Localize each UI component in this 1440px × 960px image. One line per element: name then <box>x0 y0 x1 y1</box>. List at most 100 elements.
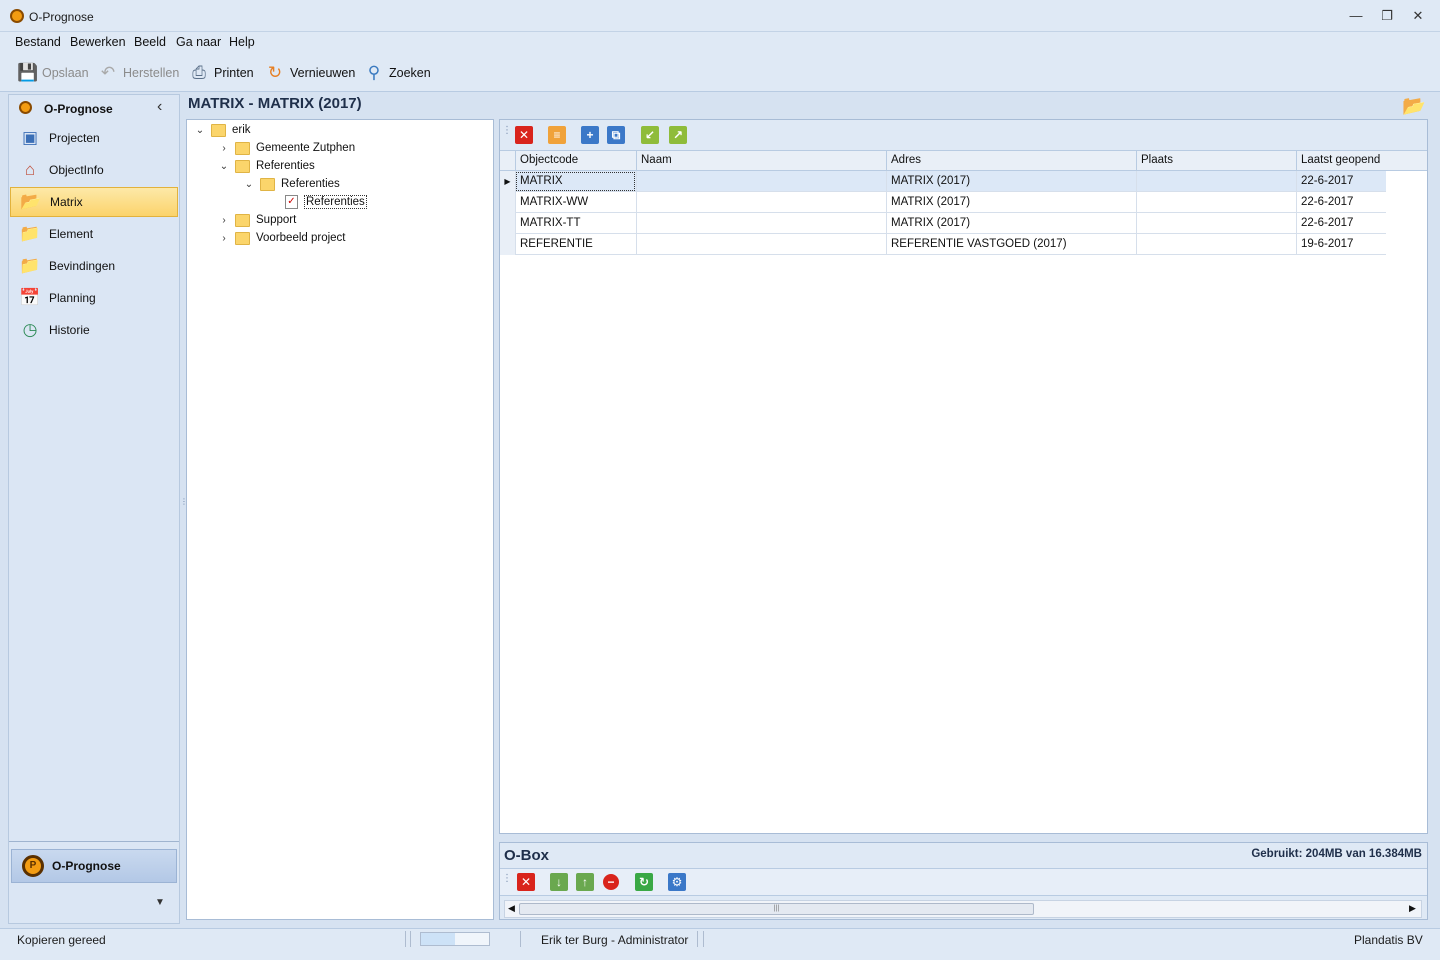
cell-naam[interactable] <box>636 213 886 234</box>
delete-icon[interactable]: ✕ <box>515 126 533 144</box>
menu-bewerken[interactable]: Bewerken <box>70 35 126 49</box>
cell-laatst-geopend[interactable]: 19-6-2017 <box>1296 234 1387 255</box>
nav-item-matrix[interactable]: 📂 Matrix <box>10 187 178 217</box>
import-icon[interactable]: ↙ <box>641 126 659 144</box>
chevron-right-icon[interactable]: › <box>219 215 229 226</box>
table-row[interactable]: MATRIX-WW MATRIX (2017) 22-6-2017 <box>500 192 1386 213</box>
cell-laatst-geopend[interactable]: 22-6-2017 <box>1296 171 1387 192</box>
chevron-down-icon[interactable]: ⌄ <box>244 179 254 190</box>
menu-bestand[interactable]: Bestand <box>15 35 61 49</box>
tree-node-referenties[interactable]: ⌄ Referenties <box>219 157 315 175</box>
cell-naam[interactable] <box>636 171 886 192</box>
menu-ga-naar[interactable]: Ga naar <box>176 35 221 49</box>
folder-icon <box>260 177 275 191</box>
export-icon[interactable]: ↗ <box>669 126 687 144</box>
download-icon[interactable]: ↓ <box>550 873 568 891</box>
column-header-adres[interactable]: Adres <box>886 151 1136 171</box>
save-label: Opslaan <box>42 66 89 80</box>
cell-objectcode[interactable]: MATRIX <box>515 171 636 192</box>
close-button[interactable]: ✕ <box>1405 6 1431 26</box>
print-button[interactable]: ⎙ Printen <box>189 61 253 85</box>
cell-plaats[interactable] <box>1136 192 1296 213</box>
tree-node-voorbeeld-project[interactable]: › Voorbeeld project <box>219 229 346 247</box>
folder-icon <box>211 123 226 137</box>
nav-item-projecten[interactable]: ▣ Projecten <box>10 123 178 153</box>
collapse-nav-icon[interactable]: ‹ <box>157 98 162 116</box>
nav-item-element[interactable]: 📁 Element <box>10 219 178 249</box>
restore-button[interactable]: ❐ <box>1374 6 1400 26</box>
cell-objectcode[interactable]: REFERENTIE <box>515 234 636 255</box>
page-title: MATRIX - MATRIX (2017) <box>188 95 362 112</box>
splitter-handle[interactable]: ⋮ <box>180 498 188 516</box>
minimize-button[interactable]: — <box>1343 6 1369 26</box>
tree-node-referenties-item[interactable]: ✓ Referenties <box>269 193 367 211</box>
menu-help[interactable]: Help <box>229 35 255 49</box>
nav-options-chevron-icon[interactable]: ▼ <box>155 897 165 908</box>
menu-beeld[interactable]: Beeld <box>134 35 166 49</box>
red-folder-icon: 📁 <box>19 224 41 243</box>
chevron-down-icon[interactable]: ⌄ <box>195 125 205 136</box>
remove-icon[interactable]: − <box>603 874 619 890</box>
cell-plaats[interactable] <box>1136 234 1296 255</box>
delete-icon[interactable]: ✕ <box>517 873 535 891</box>
cell-objectcode[interactable]: MATRIX-TT <box>515 213 636 234</box>
cell-naam[interactable] <box>636 192 886 213</box>
chevron-down-icon[interactable]: ⌄ <box>219 161 229 172</box>
nav-item-planning[interactable]: 📅 Planning <box>10 283 178 313</box>
column-header-objectcode[interactable]: Objectcode <box>515 151 636 171</box>
tree-node-erik[interactable]: ⌄ erik <box>195 121 251 139</box>
table-row[interactable]: ▶ MATRIX MATRIX (2017) 22-6-2017 <box>500 171 1386 192</box>
nav-group-o-prognose[interactable]: P O-Prognose <box>11 849 177 883</box>
status-divider <box>405 931 406 947</box>
nav-item-objectinfo[interactable]: ⌂ ObjectInfo <box>10 155 178 185</box>
nav-item-label: Matrix <box>50 195 83 209</box>
cell-laatst-geopend[interactable]: 22-6-2017 <box>1296 213 1387 234</box>
app-logo-icon <box>10 9 24 23</box>
column-header-naam[interactable]: Naam <box>636 151 886 171</box>
restore-button[interactable]: ↶ Herstellen <box>98 61 179 85</box>
scroll-right-icon[interactable]: ▶ <box>1409 903 1416 914</box>
nav-item-historie[interactable]: ◷ Historie <box>10 315 178 345</box>
add-icon[interactable]: + <box>581 126 599 144</box>
nav-item-label: Element <box>49 227 94 241</box>
nav-item-bevindingen[interactable]: 📁 Bevindingen <box>10 251 178 281</box>
nav-divider <box>9 841 179 842</box>
cell-plaats[interactable] <box>1136 213 1296 234</box>
table-row[interactable]: REFERENTIE REFERENTIE VASTGOED (2017) 19… <box>500 234 1386 255</box>
toolbar-grip: ⋮ <box>502 125 512 136</box>
open-folder-icon[interactable]: 📂 <box>1402 94 1426 118</box>
sync-icon[interactable]: ↻ <box>635 873 653 891</box>
cell-adres[interactable]: MATRIX (2017) <box>886 192 1136 213</box>
cell-adres[interactable]: REFERENTIE VASTGOED (2017) <box>886 234 1136 255</box>
cell-adres[interactable]: MATRIX (2017) <box>886 171 1136 192</box>
refresh-button[interactable]: ↻ Vernieuwen <box>265 61 355 85</box>
cell-plaats[interactable] <box>1136 171 1296 192</box>
properties-icon[interactable]: ≡ <box>548 126 566 144</box>
cell-objectcode[interactable]: MATRIX-WW <box>515 192 636 213</box>
obox-title: O-Box <box>504 847 549 864</box>
cell-adres[interactable]: MATRIX (2017) <box>886 213 1136 234</box>
search-button[interactable]: ⚲ Zoeken <box>364 61 431 85</box>
refresh-icon: ↻ <box>267 63 283 82</box>
tree-node-support[interactable]: › Support <box>219 211 296 229</box>
nav-item-label: Planning <box>49 291 96 305</box>
status-company: Plandatis BV <box>1354 933 1423 947</box>
chevron-right-icon[interactable]: › <box>219 143 229 154</box>
chevron-right-icon[interactable]: › <box>219 233 229 244</box>
tree-node-referenties-sub[interactable]: ⌄ Referenties <box>244 175 340 193</box>
scrollbar-thumb[interactable]: ||| <box>519 903 1034 915</box>
scroll-left-icon[interactable]: ◀ <box>508 903 515 914</box>
tree-node-label: Referenties <box>256 160 315 172</box>
green-folder-icon: 📁 <box>19 256 41 275</box>
column-header-laatst-geopend[interactable]: Laatst geopend <box>1296 151 1387 171</box>
table-row[interactable]: MATRIX-TT MATRIX (2017) 22-6-2017 <box>500 213 1386 234</box>
tree-node-gemeente-zutphen[interactable]: › Gemeente Zutphen <box>219 139 355 157</box>
copy-icon[interactable]: ⧉ <box>607 126 625 144</box>
upload-icon[interactable]: ↑ <box>576 873 594 891</box>
settings-gear-icon[interactable]: ⚙ <box>668 873 686 891</box>
save-button[interactable]: 💾 Opslaan <box>17 61 89 85</box>
cell-laatst-geopend[interactable]: 22-6-2017 <box>1296 192 1387 213</box>
column-header-plaats[interactable]: Plaats <box>1136 151 1296 171</box>
horizontal-scrollbar[interactable]: ◀ ||| ▶ <box>504 900 1422 918</box>
cell-naam[interactable] <box>636 234 886 255</box>
